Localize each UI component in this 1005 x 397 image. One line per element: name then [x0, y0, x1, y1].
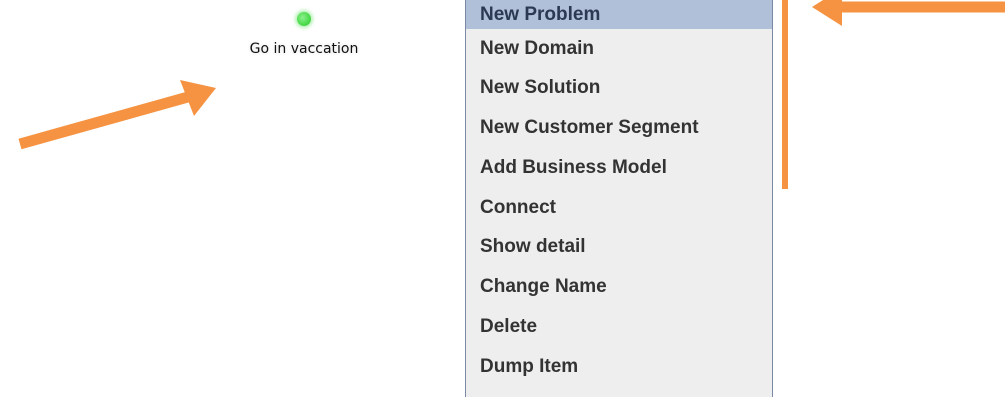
menu-item-new-domain[interactable]: New Domain	[466, 29, 772, 69]
context-menu: New Problem New Domain New Solution New …	[465, 0, 773, 397]
menu-item-show-detail[interactable]: Show detail	[466, 227, 772, 267]
node-status-dot[interactable]	[297, 12, 311, 26]
menu-item-add-business-model[interactable]: Add Business Model	[466, 148, 772, 188]
menu-item-new-solution[interactable]: New Solution	[466, 68, 772, 108]
arrow-pointing-to-node-icon	[18, 80, 216, 150]
menu-item-change-name[interactable]: Change Name	[466, 267, 772, 307]
menu-item-new-problem[interactable]: New Problem	[466, 0, 772, 29]
menu-item-new-customer-segment[interactable]: New Customer Segment	[466, 108, 772, 148]
menu-item-delete[interactable]: Delete	[466, 307, 772, 347]
graph-canvas[interactable]: Go in vaccation New Problem New Domain N…	[0, 0, 1005, 397]
node-label: Go in vaccation	[249, 41, 359, 57]
arrow-pointing-to-menu-icon	[812, 0, 1005, 26]
menu-item-connect[interactable]: Connect	[466, 188, 772, 228]
menu-item-dump-item[interactable]: Dump Item	[466, 347, 772, 387]
graph-node[interactable]: Go in vaccation	[230, 5, 378, 60]
